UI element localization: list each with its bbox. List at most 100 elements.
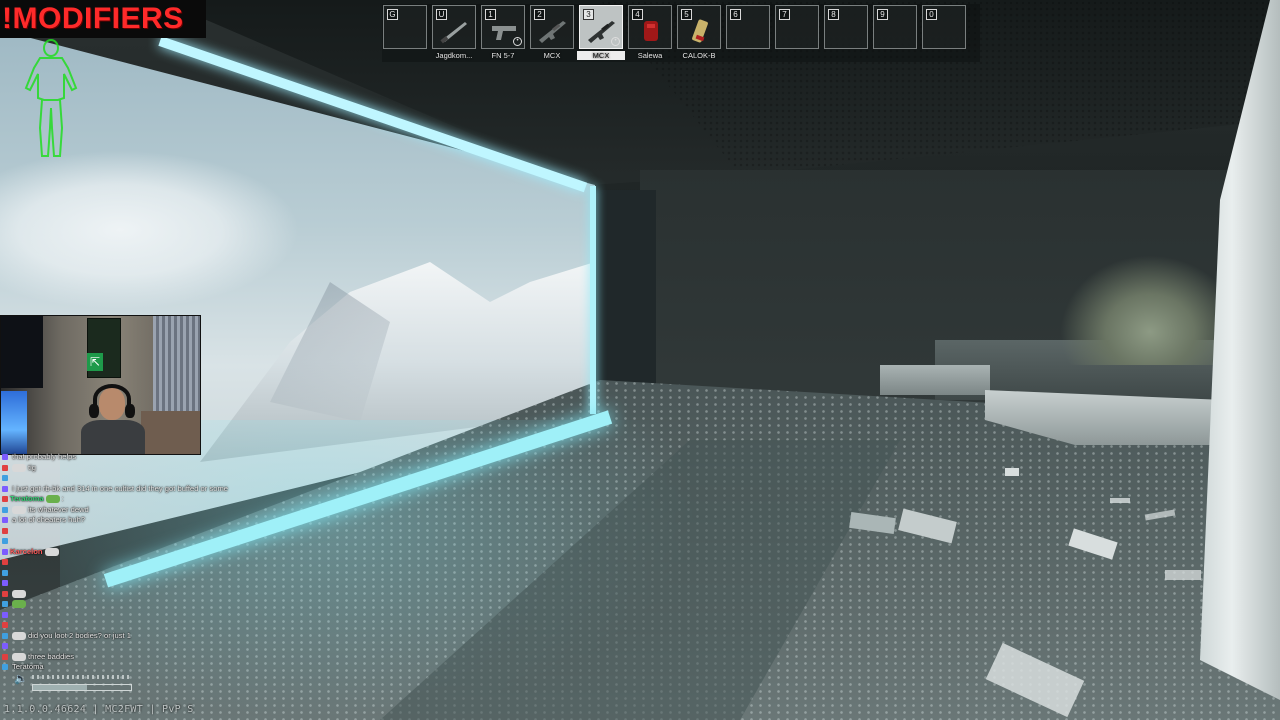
chat-emote-icon (44, 547, 59, 556)
slot-item-name: Salewa (637, 51, 663, 60)
chat-text: three baddies (28, 651, 75, 661)
chat-text: tig (28, 462, 37, 472)
speaker-icon[interactable]: 🔈 (14, 672, 28, 685)
quick-slot-box[interactable]: 1 • (481, 5, 525, 49)
quick-slot-4[interactable]: 4 Salewa (628, 5, 672, 61)
chat-message: Teratoma: (2, 494, 292, 505)
chat-username[interactable]: Teratoma (10, 494, 44, 505)
chat-badge-icon (2, 653, 8, 660)
slot-keybind: 0 (926, 9, 937, 20)
chat-text: that probably helps (12, 452, 77, 461)
slot-item-name: MCX (577, 51, 625, 60)
chat-badge-icon (2, 548, 8, 555)
chat-username[interactable]: Karcelon (10, 547, 43, 558)
volume-control[interactable]: 🔈 (10, 670, 135, 694)
streamer-webcam: ⇱ (0, 315, 201, 455)
chat-text: did you loot 2 bodies? or just 1 (28, 630, 132, 640)
chat-message: did you loot 2 bodies? or just 1 (2, 631, 292, 642)
slot-keybind: 6 (730, 9, 741, 20)
chat-emote-icon (45, 495, 60, 504)
chat-badge-icon (2, 643, 8, 650)
chat-emote-icon (12, 631, 26, 640)
chat-badge-icon (2, 601, 8, 608)
chat-message: I just got rb-bk and 314 in one cultist … (2, 484, 292, 495)
chat-badge-icon (2, 506, 8, 513)
chat-badge-icon (2, 611, 8, 618)
chat-emote-icon (12, 589, 26, 598)
quick-slot-box[interactable]: 5 (677, 5, 721, 49)
quick-slot-box[interactable]: 2 (530, 5, 574, 49)
chat-message: tig (2, 463, 292, 474)
headset-ear-right (125, 404, 135, 418)
quick-slot-box[interactable]: 6 (726, 5, 770, 49)
debris (1165, 570, 1201, 580)
slot-item-name: CALOK-B (682, 51, 716, 60)
chat-text: : (61, 494, 64, 503)
slot-keybind: 8 (828, 9, 839, 20)
quick-slot-2[interactable]: 2 MCX (530, 5, 574, 61)
quick-slot-7[interactable]: 7 (775, 5, 819, 61)
chat-badge-icon (2, 464, 8, 471)
chat-text: I just got rb-bk and 314 in one cultist … (12, 483, 228, 493)
quick-slot-g[interactable]: G (383, 5, 427, 61)
quick-slot-5[interactable]: 5 CALOK-B (677, 5, 721, 61)
modifiers-banner: !MODIFIERS (0, 0, 206, 38)
quick-slot-9[interactable]: 9 (873, 5, 917, 61)
quick-slot-0[interactable]: 0 (922, 5, 966, 61)
bench-small (880, 365, 990, 395)
slot-keybind: 9 (877, 9, 888, 20)
quick-slot-box[interactable]: 3 • (579, 5, 623, 49)
webcam-blinds (153, 316, 200, 421)
quick-slot-box[interactable]: 7 (775, 5, 819, 49)
chat-message (2, 568, 292, 579)
quick-slot-box[interactable]: 9 (873, 5, 917, 49)
chat-badge-icon (2, 580, 8, 587)
quick-slot-box[interactable]: 4 (628, 5, 672, 49)
rifle-icon (537, 18, 569, 44)
chat-message: Karcelon (2, 547, 292, 558)
chat-message (2, 620, 292, 631)
quick-slot-box[interactable]: 8 (824, 5, 868, 49)
chat-message (2, 526, 292, 537)
quick-slot-u[interactable]: U Jagdkom... (432, 5, 476, 61)
chat-badge-icon (2, 664, 8, 671)
chat-badge-icon (2, 632, 8, 639)
webcam-pc-case (1, 391, 27, 454)
chat-message (2, 610, 292, 621)
clouds (0, 150, 300, 310)
chat-emote-icon (12, 652, 26, 661)
quick-slot-box[interactable]: G (383, 5, 427, 49)
fire-mode-icon: • (611, 37, 620, 46)
chat-message (2, 557, 292, 568)
chat-text: its whatever dewd (28, 504, 89, 514)
window-light-strip-side (590, 186, 596, 414)
slot-item-name: Jagdkom... (435, 51, 473, 60)
quick-slot-6[interactable]: 6 (726, 5, 770, 61)
slot-item-name: MCX (543, 51, 561, 60)
slot-keybind: 7 (779, 9, 790, 20)
chat-message (2, 473, 292, 484)
chat-message: that probably helps (2, 452, 292, 463)
fire-mode-icon: • (513, 37, 522, 46)
volume-slider[interactable] (32, 684, 132, 691)
quick-slot-3[interactable]: 3 • MCX (577, 5, 625, 61)
chat-emote-icon (12, 505, 26, 514)
chat-message (2, 578, 292, 589)
quick-slot-box[interactable]: 0 (922, 5, 966, 49)
fern-plant (1060, 255, 1240, 365)
chat-message: three baddies (2, 652, 292, 663)
chat-message (2, 536, 292, 547)
quick-slot-box[interactable]: U (432, 5, 476, 49)
body-status-icon (18, 38, 84, 158)
chat-message (2, 641, 292, 652)
volume-tick-track (32, 675, 132, 679)
chat-emote-icon (12, 600, 26, 609)
chat-badge-icon (2, 590, 8, 597)
quick-slot-8[interactable]: 8 (824, 5, 868, 61)
build-version: 1.1.0.0.46624 | MC2FWT | PvP S (4, 704, 194, 715)
quick-slot-1[interactable]: 1 • FN 5-7 (481, 5, 525, 61)
debris (1005, 468, 1019, 476)
medkit-icon (635, 18, 667, 44)
chat-badge-icon (2, 622, 8, 629)
chat-message: its whatever dewd (2, 505, 292, 516)
